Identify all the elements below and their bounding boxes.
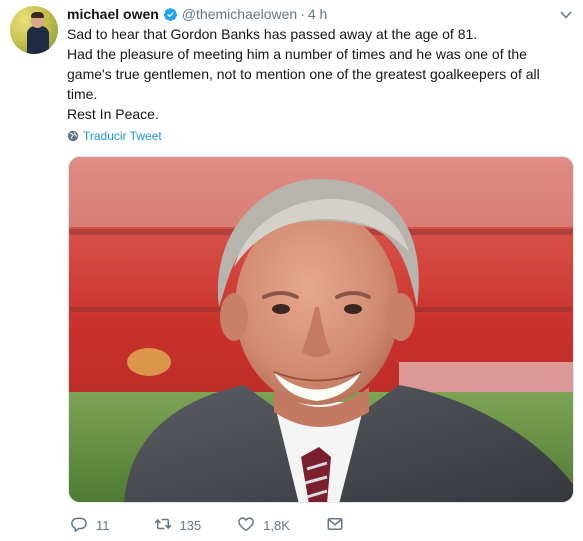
header-separator: ·: [300, 6, 305, 22]
tweet-text-line: Rest In Peace.: [67, 106, 159, 122]
tweet: michael owen @themichaelowen · 4 h Sad t…: [0, 0, 583, 541]
tweet-header: michael owen @themichaelowen · 4 h: [67, 4, 327, 24]
chevron-down-icon[interactable]: [559, 8, 573, 22]
display-name[interactable]: michael owen: [67, 6, 159, 22]
photo-illustration: [69, 157, 573, 502]
retweet-icon: [154, 515, 172, 536]
direct-message-button[interactable]: [326, 515, 344, 536]
tweet-text: Sad to hear that Gordon Banks has passed…: [67, 24, 567, 124]
translate-tweet-link[interactable]: Traducir Tweet: [67, 129, 162, 143]
like-count: 1,8K: [263, 517, 290, 533]
globe-icon: [67, 130, 79, 142]
avatar-figure-body: [27, 26, 49, 54]
like-button[interactable]: 1,8K: [237, 515, 290, 536]
reply-icon: [70, 515, 88, 536]
tweet-actions: 11 135 1,8K: [67, 515, 344, 535]
tweet-text-line: Sad to hear that Gordon Banks has passed…: [67, 26, 478, 42]
tweet-timestamp[interactable]: 4 h: [308, 6, 327, 22]
verified-badge-icon: [163, 7, 178, 22]
envelope-icon: [326, 515, 344, 536]
user-handle[interactable]: @themichaelowen: [182, 6, 297, 22]
reply-count: 11: [96, 517, 110, 533]
retweet-count: 135: [179, 517, 202, 533]
avatar[interactable]: [10, 6, 58, 54]
retweet-button[interactable]: 135: [154, 515, 202, 536]
tweet-photo[interactable]: [68, 156, 574, 503]
reply-button[interactable]: 11: [70, 515, 110, 536]
tweet-text-line: Had the pleasure of meeting him a number…: [67, 46, 540, 102]
translate-label: Traducir Tweet: [83, 129, 162, 143]
heart-icon: [237, 515, 255, 536]
avatar-figure-hair: [31, 12, 44, 18]
